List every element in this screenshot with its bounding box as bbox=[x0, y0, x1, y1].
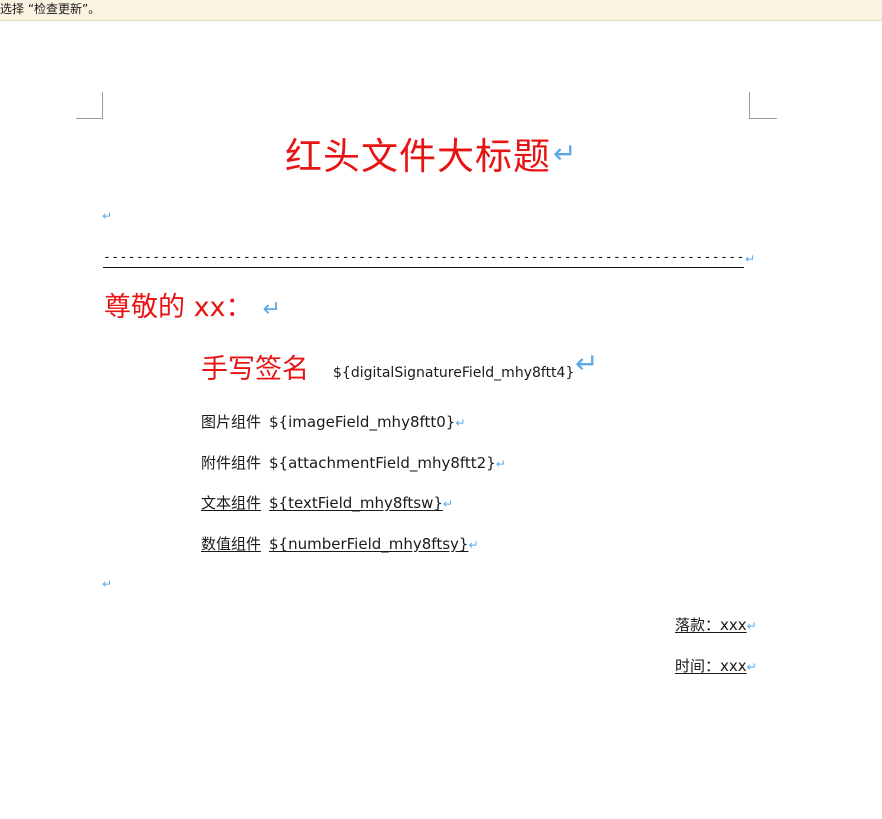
sign-off-text: 落款：xxx bbox=[675, 616, 747, 634]
row-label: 图片组件 bbox=[201, 413, 262, 431]
paragraph-mark-icon: ↵ bbox=[102, 209, 113, 223]
paragraph-mark-icon: ↵ bbox=[262, 297, 281, 322]
text-field-placeholder[interactable]: ${textField_mhy8ftsw} bbox=[269, 494, 443, 512]
image-field-row[interactable]: 图片组件 ${imageField_mhy8ftt0}↵ bbox=[201, 412, 465, 433]
paragraph-mark-icon: ↵ bbox=[102, 577, 113, 591]
row-label: 文本组件 bbox=[201, 494, 262, 512]
row-label: 附件组件 bbox=[201, 454, 262, 472]
document-title-text: 红头文件大标题 bbox=[285, 135, 551, 178]
paragraph-mark-icon: ↵ bbox=[442, 497, 453, 511]
paragraph-mark-icon: ↵ bbox=[455, 416, 466, 430]
document-title[interactable]: 红头文件大标题↵ bbox=[285, 130, 577, 181]
divider-paragraph-end: ↵ bbox=[745, 252, 755, 266]
update-notice-bar: 选择 “检查更新”。 bbox=[0, 0, 882, 21]
paragraph-mark-icon: ↵ bbox=[746, 660, 757, 674]
number-field-placeholder[interactable]: ${numberField_mhy8ftsy} bbox=[269, 535, 468, 553]
greeting-text: 尊敬的 xx： bbox=[104, 292, 253, 323]
text-field-row[interactable]: 文本组件 ${textField_mhy8ftsw}↵ bbox=[201, 493, 453, 514]
empty-paragraph[interactable]: ↵ bbox=[102, 209, 112, 223]
date-line[interactable]: 时间：xxx↵ bbox=[675, 656, 757, 677]
header-divider-dashes: ----------------------------------------… bbox=[103, 251, 743, 265]
signature-field-placeholder[interactable]: ${digitalSignatureField_mhy8ftt4} bbox=[333, 363, 574, 383]
attachment-field-row[interactable]: 附件组件 ${attachmentField_mhy8ftt2}↵ bbox=[201, 453, 506, 474]
document-page[interactable]: 红头文件大标题↵ ↵ -----------------------------… bbox=[0, 21, 882, 819]
paragraph-mark-icon: ↵ bbox=[495, 457, 506, 471]
paragraph-mark-icon: ↵ bbox=[746, 619, 757, 633]
header-divider-line bbox=[103, 267, 744, 268]
signature-label: 手写签名 bbox=[201, 354, 309, 385]
paragraph-mark-icon: ↵ bbox=[745, 252, 756, 266]
update-notice-text: 选择 “检查更新”。 bbox=[0, 2, 101, 16]
paragraph-mark-icon: ↵ bbox=[468, 538, 479, 552]
image-field-placeholder[interactable]: ${imageField_mhy8ftt0} bbox=[269, 413, 455, 431]
crop-mark-top-right bbox=[749, 92, 777, 119]
greeting-line[interactable]: 尊敬的 xx： ↵ bbox=[104, 291, 281, 327]
paragraph-mark-icon: ↵ bbox=[575, 347, 599, 380]
sign-off-line[interactable]: 落款：xxx↵ bbox=[675, 615, 757, 636]
signature-paragraph-end: ↵ bbox=[575, 347, 598, 381]
paragraph-mark-icon: ↵ bbox=[553, 137, 578, 170]
attachment-field-placeholder[interactable]: ${attachmentField_mhy8ftt2} bbox=[269, 454, 496, 472]
date-text: 时间：xxx bbox=[675, 657, 747, 675]
crop-mark-top-left bbox=[76, 92, 103, 119]
row-label: 数值组件 bbox=[201, 535, 262, 553]
empty-paragraph[interactable]: ↵ bbox=[102, 577, 112, 591]
number-field-row[interactable]: 数值组件 ${numberField_mhy8ftsy}↵ bbox=[201, 534, 479, 555]
